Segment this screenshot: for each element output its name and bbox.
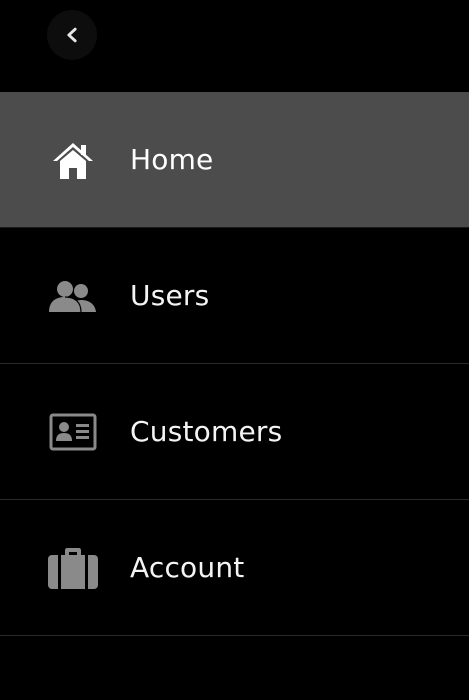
- nav-item-label: Users: [130, 278, 210, 312]
- nav-item-home[interactable]: Home: [0, 92, 469, 228]
- nav-item-users[interactable]: Users: [0, 228, 469, 364]
- nav-list: Home Users Customers Account: [0, 92, 469, 636]
- back-button[interactable]: [47, 10, 97, 60]
- side-menu: Home Users Customers Account: [0, 0, 469, 700]
- nav-item-label: Customers: [130, 414, 283, 448]
- chevron-left-icon: [63, 26, 81, 44]
- id-card-icon: [46, 410, 100, 454]
- menu-header: [0, 0, 469, 92]
- nav-item-label: Account: [130, 550, 245, 584]
- nav-item-label: Home: [130, 142, 214, 176]
- nav-item-account[interactable]: Account: [0, 500, 469, 636]
- nav-item-customers[interactable]: Customers: [0, 364, 469, 500]
- users-icon: [46, 274, 100, 318]
- home-icon: [46, 138, 100, 182]
- briefcase-icon: [46, 546, 100, 590]
